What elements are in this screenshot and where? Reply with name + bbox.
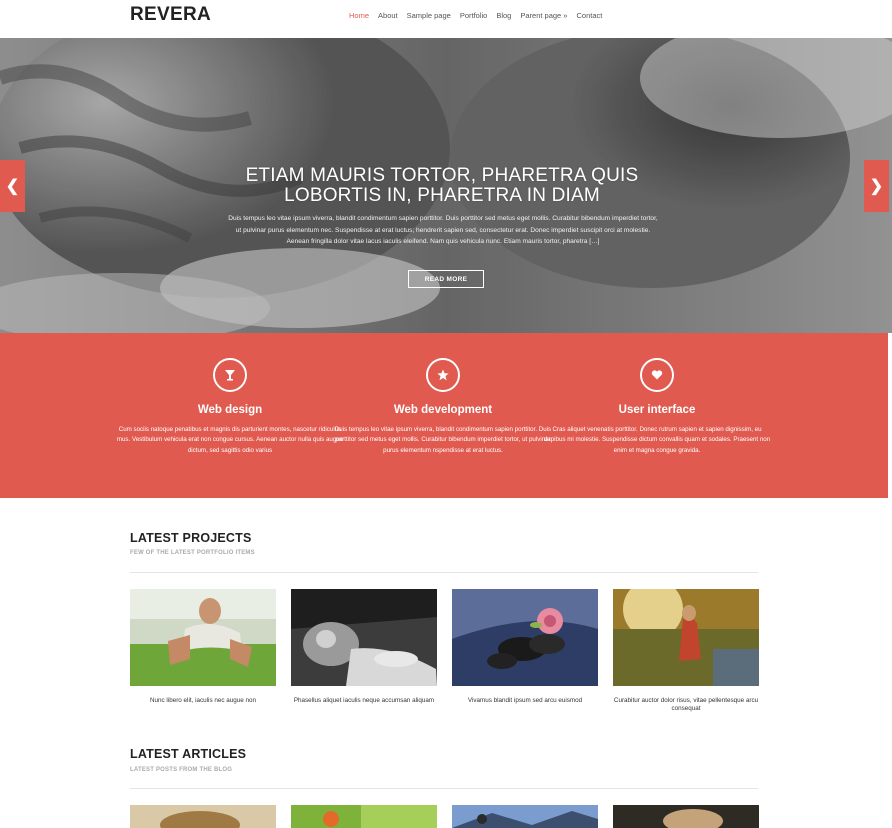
feature-text: Cum sociis natoque penatibus et magnis d… <box>116 426 344 454</box>
site-logo[interactable]: REVERA <box>130 4 211 26</box>
feature-text: Cras aliquet venenatis porttitor. Donec … <box>543 426 771 454</box>
nav-item-portfolio[interactable]: Portfolio <box>460 11 488 20</box>
nav-item-sample-page[interactable]: Sample page <box>407 11 451 20</box>
project-caption[interactable]: Curabitur auctor dolor risus, vitae pell… <box>613 697 759 712</box>
feature-text: Duis tempus leo vitae ipsum viverra, bla… <box>334 426 552 454</box>
project-thumb-2[interactable] <box>291 589 437 686</box>
article-thumb-1[interactable] <box>130 805 276 828</box>
glass-icon <box>213 358 247 392</box>
project-thumb-1[interactable] <box>130 589 276 686</box>
slider-prev-button[interactable]: ❮ <box>0 160 25 212</box>
hero-slider: ❮ ❯ ETIAM MAURIS TORTOR, PHARETRA QUIS L… <box>0 38 892 333</box>
nav-item-blog[interactable]: Blog <box>496 11 511 20</box>
feature-title: User interface <box>618 404 696 416</box>
feature-title: Web design <box>197 404 263 416</box>
projects-title: LATEST PROJECTS <box>130 531 252 545</box>
heart-icon <box>640 358 674 392</box>
nav-item-contact[interactable]: Contact <box>576 11 602 20</box>
hero-title: ETIAM MAURIS TORTOR, PHARETRA QUIS LOBOR… <box>245 165 639 206</box>
hero-text: Duis tempus leo vitae ipsum viverra, bla… <box>228 215 658 245</box>
project-thumb-4[interactable] <box>613 589 759 686</box>
main-nav: Home About Sample page Portfolio Blog Pa… <box>349 11 611 20</box>
article-thumb-2[interactable] <box>291 805 437 828</box>
star-icon <box>426 358 460 392</box>
articles-divider <box>130 788 758 789</box>
articles-subtitle: LATEST POSTS FROM THE BLOG <box>130 767 233 773</box>
nav-item-about[interactable]: About <box>378 11 398 20</box>
article-thumb-4[interactable] <box>613 805 759 828</box>
project-caption[interactable]: Phasellus aliquet iaculis neque accumsan… <box>291 697 437 705</box>
slider-next-button[interactable]: ❯ <box>864 160 889 212</box>
project-thumb-3[interactable] <box>452 589 598 686</box>
nav-item-home[interactable]: Home <box>349 11 369 20</box>
site-header: REVERA Home About Sample page Portfolio … <box>0 0 892 38</box>
projects-subtitle: FEW OF THE LATEST PORTFOLIO ITEMS <box>130 550 255 556</box>
project-caption[interactable]: Vivamus blandit ipsum sed arcu euismod <box>452 697 598 705</box>
read-more-button[interactable]: READ MORE <box>408 270 484 288</box>
chevron-left-icon: ❮ <box>5 178 20 195</box>
feature-title: Web development <box>393 404 493 416</box>
project-caption[interactable]: Nunc libero elit, iaculis nec augue non <box>130 697 276 705</box>
nav-item-parent-page[interactable]: Parent page » <box>520 11 567 20</box>
projects-divider <box>130 572 758 573</box>
articles-title: LATEST ARTICLES <box>130 747 247 761</box>
features-band: Web design Cum sociis natoque penatibus … <box>0 333 888 498</box>
article-thumb-3[interactable] <box>452 805 598 828</box>
chevron-right-icon: ❯ <box>869 178 884 195</box>
